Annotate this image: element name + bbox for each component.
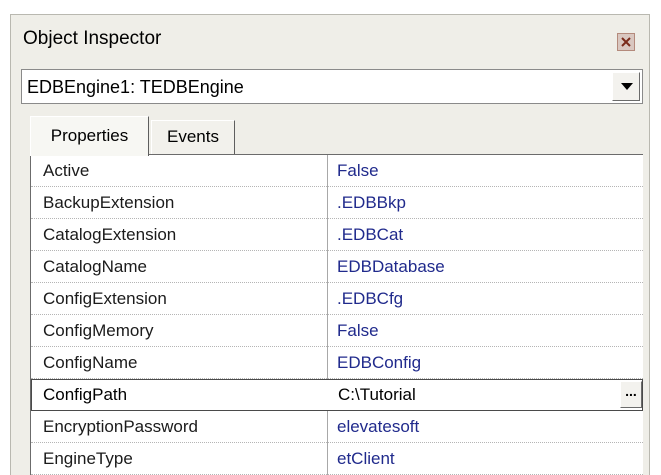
component-selector[interactable]: EDBEngine1: TEDBEngine	[21, 69, 643, 104]
property-name: EncryptionPassword	[43, 417, 198, 436]
property-value[interactable]: elevatesoft	[337, 417, 419, 437]
property-name: Active	[43, 161, 90, 180]
ellipsis-button[interactable]: ...	[620, 381, 642, 408]
chevron-down-icon	[621, 83, 633, 90]
property-name: ConfigPath	[43, 385, 128, 404]
property-value[interactable]: False	[337, 321, 379, 341]
close-icon	[621, 37, 631, 47]
property-grid: Active False BackupExtension .EDBBkp Cat…	[30, 154, 643, 475]
property-row-active[interactable]: Active False	[31, 155, 643, 187]
property-row-configmemory[interactable]: ConfigMemory False	[31, 315, 643, 347]
property-name: CatalogExtension	[43, 225, 177, 244]
property-value[interactable]: etClient	[337, 449, 395, 469]
property-row-configpath[interactable]: ConfigPath C:\Tutorial ...	[31, 379, 643, 411]
property-value[interactable]: .EDBBkp	[337, 193, 406, 213]
tab-events[interactable]: Events	[151, 120, 235, 154]
property-row-catalogextension[interactable]: CatalogExtension .EDBCat	[31, 219, 643, 251]
property-row-enginetype[interactable]: EngineType etClient	[31, 443, 643, 475]
close-button[interactable]	[617, 33, 635, 51]
property-row-configextension[interactable]: ConfigExtension .EDBCfg	[31, 283, 643, 315]
tab-properties[interactable]: Properties	[30, 116, 149, 156]
property-value[interactable]: EDBDatabase	[337, 257, 445, 277]
property-name: ConfigExtension	[43, 289, 167, 308]
property-name: EngineType	[43, 449, 133, 468]
title-bar: Object Inspector	[11, 15, 649, 57]
property-value[interactable]: .EDBCfg	[337, 289, 403, 309]
property-value-editor[interactable]: C:\Tutorial	[338, 385, 416, 405]
property-value[interactable]: .EDBCat	[337, 225, 403, 245]
property-row-encryptionpassword[interactable]: EncryptionPassword elevatesoft	[31, 411, 643, 443]
property-value[interactable]: EDBConfig	[337, 353, 421, 373]
property-row-backupextension[interactable]: BackupExtension .EDBBkp	[31, 187, 643, 219]
object-inspector-window: Object Inspector EDBEngine1: TEDBEngine …	[10, 14, 650, 475]
property-name: BackupExtension	[43, 193, 175, 212]
component-selector-dropdown-button[interactable]	[612, 72, 640, 101]
property-name: CatalogName	[43, 257, 147, 276]
window-title: Object Inspector	[23, 28, 162, 49]
property-value[interactable]: False	[337, 161, 379, 181]
property-name: ConfigName	[43, 353, 138, 372]
property-name: ConfigMemory	[43, 321, 154, 340]
component-selector-value: EDBEngine1: TEDBEngine	[27, 77, 244, 97]
property-row-configname[interactable]: ConfigName EDBConfig	[31, 347, 643, 379]
property-row-catalogname[interactable]: CatalogName EDBDatabase	[31, 251, 643, 283]
